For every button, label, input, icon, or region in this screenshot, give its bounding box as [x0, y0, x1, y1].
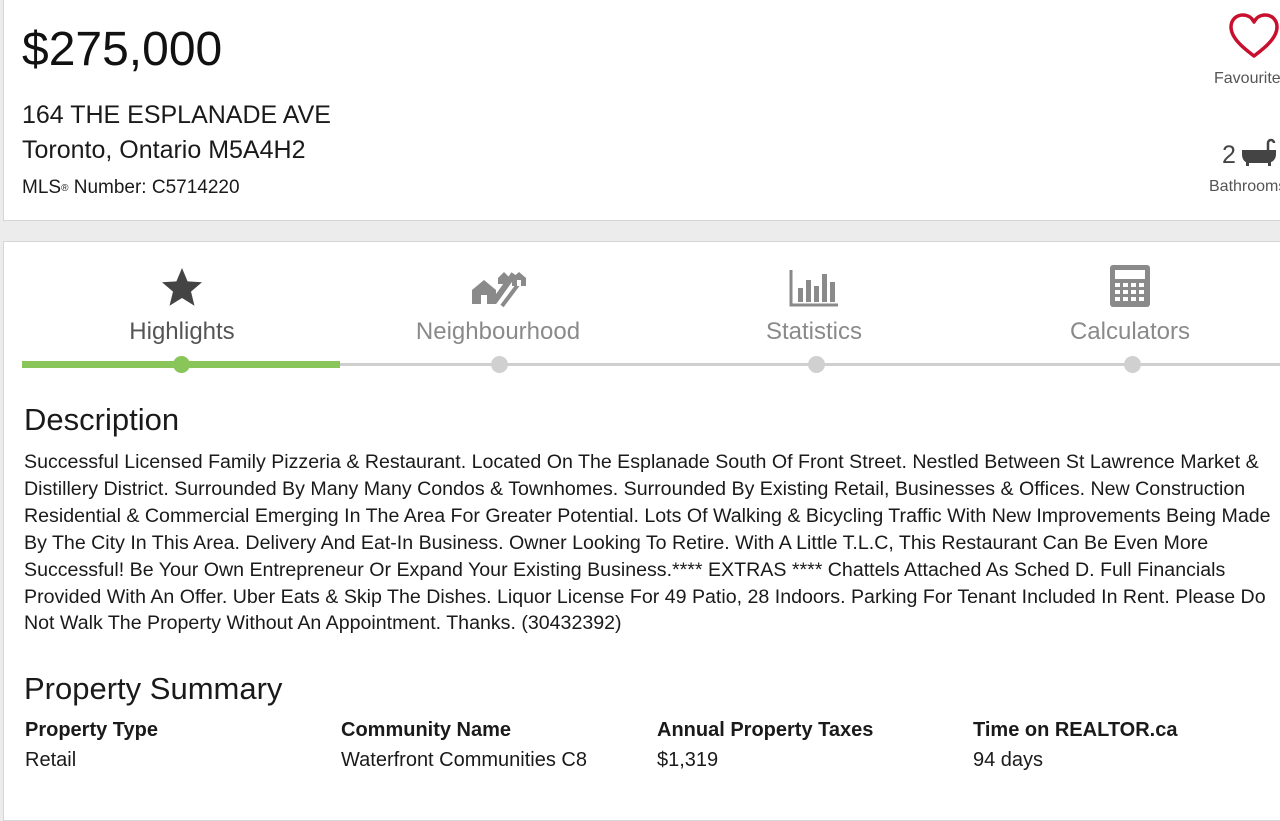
- star-icon: [162, 268, 202, 306]
- tab-dot-calculators[interactable]: [1124, 356, 1141, 373]
- heart-icon[interactable]: [1227, 12, 1280, 60]
- summary-value: Waterfront Communities C8: [341, 749, 587, 771]
- listing-price: $275,000: [22, 23, 223, 76]
- bathrooms-label: Bathrooms: [1209, 178, 1280, 195]
- bathrooms-count: 2: [1222, 138, 1276, 170]
- tab-label-neighbourhood[interactable]: Neighbourhood: [340, 318, 656, 346]
- description-heading: Description: [24, 402, 180, 437]
- mls-number: MLS® Number: C5714220: [22, 176, 240, 200]
- tab-highlights[interactable]: Highlights: [24, 260, 340, 346]
- summary-value: 94 days: [973, 749, 1044, 771]
- bar-chart-icon: [789, 270, 838, 307]
- description-text: Successful Licensed Family Pizzeria & Re…: [24, 451, 1271, 635]
- address-street: 164 THE ESPLANADE AVE: [22, 101, 331, 129]
- tab-dot-highlights[interactable]: [173, 356, 190, 373]
- tab-neighbourhood[interactable]: Neighbourhood: [340, 260, 656, 346]
- summary-time-on-realtor: Time on REALTOR.ca 94 days: [973, 716, 1177, 775]
- summary-label: Community Name: [341, 719, 512, 741]
- registered-mark: ®: [61, 183, 69, 194]
- tab-dot-statistics[interactable]: [808, 356, 825, 373]
- calculator-icon: [1110, 265, 1150, 307]
- tab-calculators[interactable]: Calculators: [972, 260, 1280, 346]
- summary-value: $1,319: [657, 749, 719, 771]
- tab-label-calculators[interactable]: Calculators: [972, 318, 1280, 346]
- tab-label-highlights[interactable]: Highlights: [24, 318, 340, 346]
- bathtub-icon: [1241, 138, 1276, 166]
- summary-label: Annual Property Taxes: [657, 719, 874, 741]
- summary-community-name: Community Name Waterfront Communities C8: [341, 716, 587, 775]
- summary-label: Property Type: [25, 719, 158, 741]
- favourite-button[interactable]: [1214, 12, 1280, 60]
- mls-prefix: MLS: [22, 177, 62, 198]
- favourite-label[interactable]: Favourite: [1214, 70, 1280, 88]
- mls-number-text: Number: C5714220: [68, 177, 240, 198]
- address-city: Toronto, Ontario M5A4H2: [22, 136, 306, 164]
- property-summary-heading: Property Summary: [24, 671, 283, 706]
- neighbourhood-icon: [472, 268, 526, 308]
- summary-property-type: Property Type Retail: [25, 716, 158, 775]
- bathrooms-number: 2: [1222, 141, 1236, 169]
- tab-statistics[interactable]: Statistics: [656, 260, 972, 346]
- summary-value: Retail: [25, 749, 77, 771]
- tab-label-statistics[interactable]: Statistics: [656, 318, 972, 346]
- summary-label: Time on REALTOR.ca: [973, 719, 1178, 741]
- tab-dot-neighbourhood[interactable]: [491, 356, 508, 373]
- summary-annual-taxes: Annual Property Taxes $1,319: [657, 716, 873, 775]
